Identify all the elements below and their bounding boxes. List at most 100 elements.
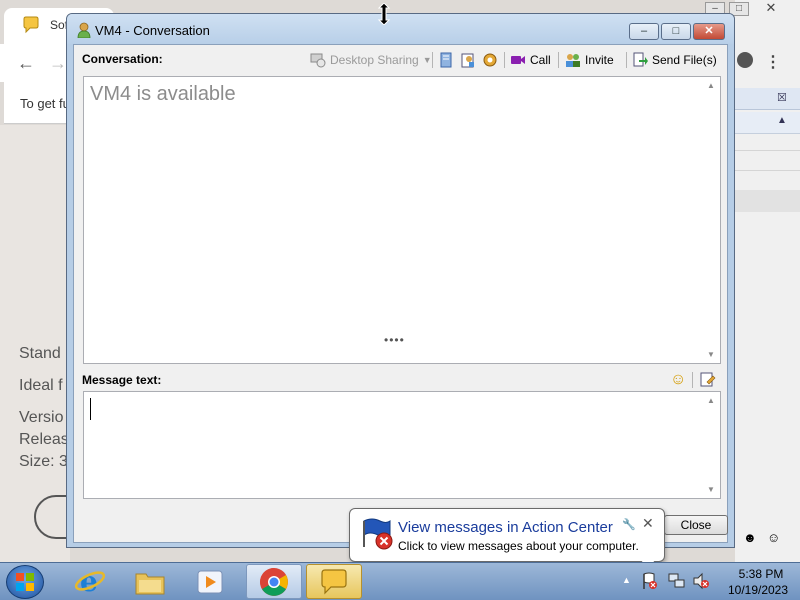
conversation-window: VM4 - Conversation – □ ✕ Conversation: D… [66, 13, 735, 548]
folder-icon [135, 573, 165, 595]
send-files-button[interactable]: Send File(s) [632, 49, 717, 71]
toolbar-separator [504, 52, 505, 68]
balloon-title[interactable]: View messages in Action Center [398, 519, 613, 536]
message-input[interactable]: ▲ ▼ [83, 391, 721, 499]
resize-cursor-icon [377, 3, 391, 25]
taskbar-file-explorer[interactable] [122, 564, 178, 599]
show-hidden-icons-icon[interactable]: ▲ [622, 575, 631, 585]
chevron-up-icon[interactable]: ▲ [777, 115, 787, 126]
balloon-close-icon[interactable]: ✕ [642, 515, 654, 532]
text-caret [90, 398, 91, 420]
panel-close-icon[interactable]: ☒ [777, 91, 787, 104]
system-tray: ▲ 5:38 PM 10/19/2023 [618, 563, 800, 600]
side-panel-footer: ☻ ☺ [735, 530, 800, 550]
page-text-line: Stand [19, 345, 61, 362]
side-panel-header: ☒ [735, 88, 800, 110]
taskbar-media-player[interactable] [182, 564, 238, 599]
minimize-button[interactable]: – [629, 23, 659, 40]
maximize-button[interactable]: □ [661, 23, 691, 40]
taskbar: e ▲ 5:38 PM 10/19/2023 [0, 562, 800, 600]
taskbar-internet-explorer[interactable]: e [62, 564, 118, 599]
message-text-label: Message text: [82, 373, 162, 387]
invite-label: Invite [585, 53, 614, 67]
scroll-up-icon[interactable]: ▲ [707, 81, 715, 90]
caption-buttons: – □ ✕ [629, 23, 729, 41]
taskbar-chrome[interactable] [246, 564, 302, 599]
browser-infobar: To get fu [4, 82, 74, 124]
close-icon[interactable]: ✕ [761, 1, 781, 16]
book-icon [440, 52, 452, 68]
toolbar-separator [558, 52, 559, 68]
clock-date[interactable]: 10/19/2023 [718, 583, 798, 597]
browser-right-pane: – □ ✕ ⋮ ☒ ▲ ☻ ☺ [705, 0, 800, 562]
page-text-line: Size: 3 [19, 453, 68, 470]
action-center-tray-icon[interactable] [642, 572, 658, 590]
send-files-label: Send File(s) [652, 53, 717, 67]
call-label: Call [530, 53, 551, 67]
close-button[interactable]: Close [664, 515, 728, 535]
action-center-flag-icon [363, 518, 393, 550]
start-button[interactable] [6, 565, 44, 599]
chat-bubble-icon [23, 16, 39, 34]
action-center-balloon[interactable]: View messages in Action Center Click to … [349, 508, 665, 571]
close-window-button[interactable]: ✕ [693, 23, 725, 40]
row-divider [735, 150, 800, 151]
status-message: VM4 is available [90, 83, 236, 105]
history-scrollbar[interactable]: ▲ ▼ [703, 77, 720, 363]
contact-icon [77, 22, 91, 38]
chrome-icon [260, 568, 288, 596]
gear-icon [483, 53, 497, 67]
wrench-icon[interactable]: 🔧 [622, 518, 636, 531]
selected-row[interactable] [735, 190, 800, 212]
svg-text:e: e [80, 566, 98, 596]
desktop-sharing-icon [310, 53, 326, 68]
conversation-titlebar[interactable]: VM4 - Conversation – □ ✕ [67, 14, 734, 44]
format-text-icon[interactable] [700, 372, 716, 388]
infobar-text: To get fu [20, 96, 70, 111]
conversation-toolbar: Desktop Sharing ▼ Call Invite Send File(… [310, 49, 726, 71]
page-text-line: Ideal f [19, 377, 63, 394]
contact-card-icon [461, 53, 474, 68]
profile-avatar-icon[interactable] [737, 52, 753, 68]
taskbar-messenger[interactable] [306, 564, 362, 599]
contact-icon[interactable]: ☻ [743, 530, 757, 545]
user-icon[interactable]: ☺ [767, 530, 780, 545]
balloon-text: Click to view messages about your comput… [398, 539, 639, 553]
browser-menu-icon[interactable]: ⋮ [765, 52, 781, 72]
scroll-down-icon[interactable]: ▼ [707, 485, 715, 494]
toolbar-separator [692, 372, 693, 388]
contact-info-button[interactable] [460, 49, 480, 71]
clock-time[interactable]: 5:38 PM [728, 567, 794, 581]
internet-explorer-icon: e [74, 566, 106, 596]
row-divider [735, 170, 800, 171]
chat-bubble-icon [321, 569, 347, 595]
send-file-icon [633, 52, 648, 67]
browser-page: Stand Ideal f Versio Releas Size: 3 [0, 125, 94, 562]
page-text-line: Versio [19, 409, 64, 426]
message-scrollbar[interactable]: ▲ ▼ [703, 392, 720, 498]
page-text-line: Releas [19, 431, 69, 448]
volume-muted-icon[interactable] [692, 572, 710, 590]
side-panel-subheader: ▲ [735, 112, 800, 134]
toolbar-separator [432, 52, 433, 68]
window-title: VM4 - Conversation [95, 23, 210, 38]
conversation-label: Conversation: [82, 52, 163, 66]
scroll-up-icon[interactable]: ▲ [707, 396, 715, 405]
desktop-sharing-label: Desktop Sharing [330, 53, 419, 67]
settings-button[interactable] [482, 49, 502, 71]
conversation-history[interactable]: VM4 is available ▲ ▼ [83, 76, 721, 364]
history-button[interactable] [438, 49, 458, 71]
video-camera-icon [511, 56, 525, 64]
network-icon[interactable] [668, 572, 686, 590]
back-arrow-icon[interactable]: ← [14, 52, 38, 74]
scroll-down-icon[interactable]: ▼ [707, 350, 715, 359]
desktop-sharing-button[interactable]: Desktop Sharing ▼ [310, 49, 432, 71]
invite-button[interactable]: Invite [565, 49, 614, 71]
invite-people-icon [566, 54, 580, 67]
chevron-down-icon: ▼ [422, 55, 432, 65]
conversation-client-area: Conversation: Desktop Sharing ▼ Call Inv… [73, 44, 728, 543]
toolbar-separator [626, 52, 627, 68]
splitter-grip[interactable]: •••• [384, 333, 405, 347]
emoticon-icon[interactable]: ☺ [670, 371, 686, 389]
call-button[interactable]: Call [510, 49, 551, 71]
